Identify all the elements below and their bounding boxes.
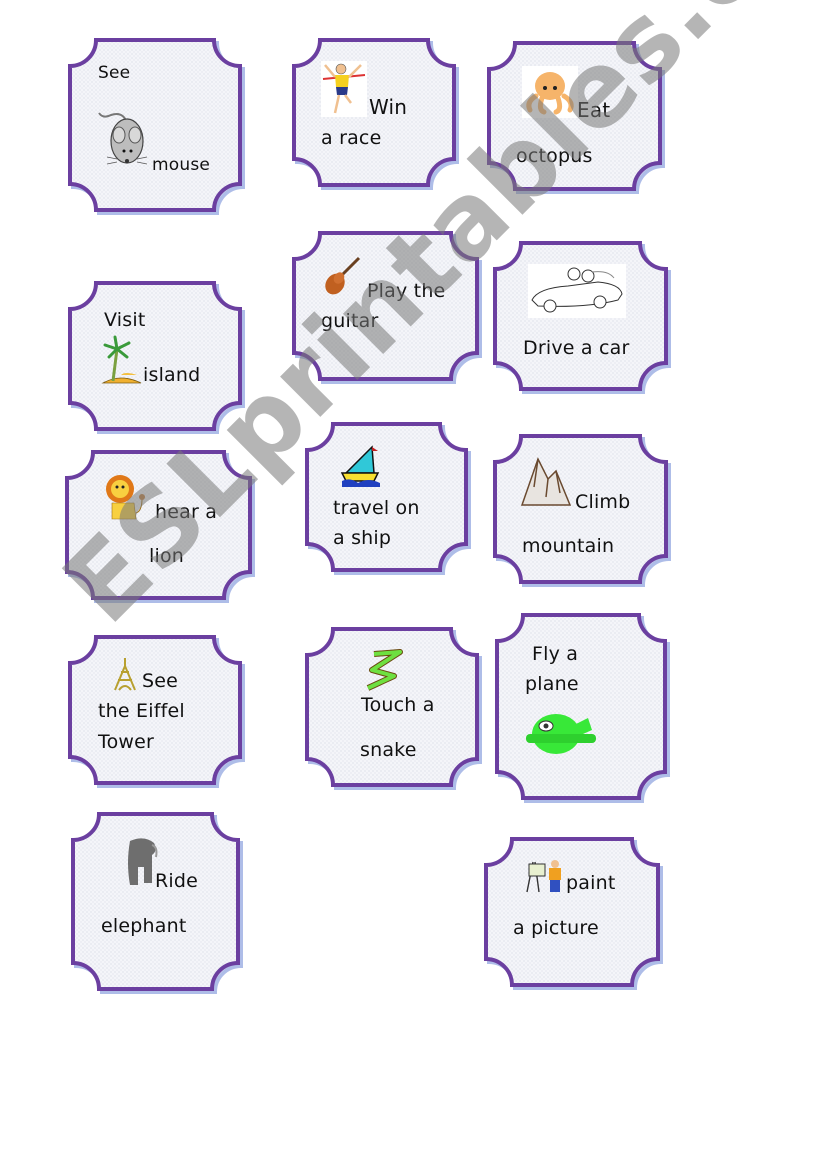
card-text: travel on — [333, 497, 420, 519]
card-text: Climb — [575, 491, 631, 513]
card-frame — [292, 231, 482, 384]
card-travel-ship: travel on a ship — [304, 421, 471, 575]
card-eat-octopus: Eat octopus — [486, 40, 665, 194]
car-icon — [528, 264, 626, 322]
card-climb-mountain: Climb mountain — [492, 433, 671, 587]
card-text: a picture — [513, 917, 599, 939]
card-text: See — [142, 670, 179, 692]
card-frame — [68, 281, 245, 434]
card-frame — [65, 450, 255, 603]
mountain-icon — [520, 457, 572, 511]
card-text: Eat — [577, 98, 611, 122]
mouse-icon — [97, 105, 153, 175]
card-see-mouse: See mouse — [67, 37, 245, 215]
card-see-eiffel: See the Eiffel Tower — [67, 634, 245, 788]
card-text: mouse — [152, 155, 211, 175]
card-text: octopus — [516, 145, 593, 167]
card-text: Visit — [104, 309, 146, 331]
card-text: Fly a — [532, 643, 579, 665]
card-play-guitar: Play the guitar — [291, 230, 482, 384]
card-text: a ship — [333, 527, 392, 549]
card-text: mountain — [522, 535, 615, 557]
card-text: See — [98, 63, 131, 83]
island-icon — [97, 335, 143, 389]
card-text: Drive a car — [523, 337, 630, 359]
lion-icon — [104, 473, 150, 525]
card-border — [65, 450, 252, 600]
runner-icon — [321, 61, 367, 121]
card-border — [68, 281, 242, 431]
card-text: Tower — [98, 731, 155, 753]
card-text: Ride — [155, 870, 199, 892]
card-paint-picture: paint a picture — [483, 836, 663, 990]
card-text: Win — [369, 95, 408, 119]
card-visit-island: Visit island — [67, 280, 245, 434]
card-drive-car: Drive a car — [492, 240, 671, 394]
card-text: elephant — [101, 915, 187, 937]
card-frame — [484, 837, 663, 990]
card-text: snake — [360, 739, 417, 761]
card-fly-plane: Fly a plane — [494, 612, 670, 803]
card-text: paint — [566, 872, 616, 894]
card-frame — [495, 613, 670, 803]
painter-icon — [525, 858, 565, 898]
card-touch-snake: Touch a snake — [304, 626, 482, 790]
card-hear-lion: hear a lion — [64, 449, 255, 603]
card-ride-elephant: Ride elephant — [70, 811, 243, 994]
octopus-icon — [522, 66, 578, 122]
card-text: Play the — [367, 280, 446, 302]
plane-icon — [524, 708, 600, 762]
card-text: the Eiffel — [98, 700, 185, 722]
card-text: guitar — [321, 310, 379, 332]
card-border — [495, 613, 667, 800]
card-border — [484, 837, 660, 987]
card-text: hear a — [155, 501, 218, 523]
card-border — [68, 38, 242, 212]
card-text: a race — [321, 127, 382, 149]
card-text: Touch a — [361, 694, 435, 716]
eiffel-tower-icon — [109, 658, 141, 696]
card-text: plane — [525, 673, 579, 695]
card-win-race: Win a race — [291, 37, 459, 190]
sailboat-icon — [340, 445, 382, 493]
card-border — [292, 231, 479, 381]
guitar-icon — [323, 254, 363, 302]
snake-icon — [360, 648, 406, 696]
card-text: island — [143, 364, 201, 386]
card-frame — [68, 38, 245, 215]
card-text: lion — [149, 545, 185, 567]
